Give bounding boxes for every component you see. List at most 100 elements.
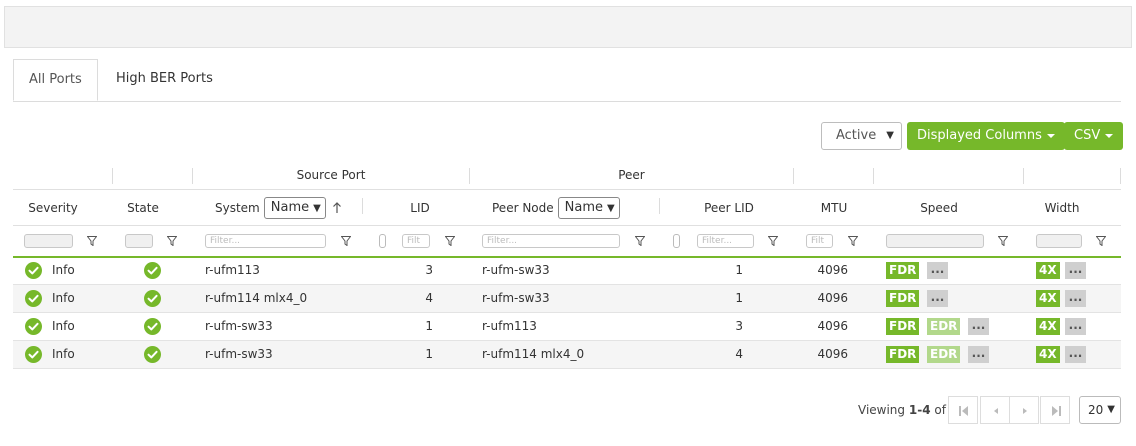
speed-badge: EDR xyxy=(927,346,961,363)
lid-filter-toggle[interactable] xyxy=(379,234,386,248)
chevron-down-icon: ▼ xyxy=(1107,404,1115,415)
system-display-select[interactable]: Name ▼ xyxy=(263,196,326,219)
tab-bar: All Ports High BER Ports xyxy=(13,59,1121,102)
caret-down-icon xyxy=(1105,133,1114,138)
width-more-button[interactable]: ... xyxy=(1065,262,1086,279)
lid-cell: 1 xyxy=(425,347,433,361)
next-page-button[interactable] xyxy=(1009,396,1039,424)
mtu-cell: 4096 xyxy=(817,291,848,305)
speed-more-button[interactable]: ... xyxy=(927,262,948,279)
csv-label: CSV xyxy=(1074,128,1101,143)
lid-filter[interactable]: Filt xyxy=(402,234,430,248)
speed-more-button[interactable]: ... xyxy=(927,290,948,307)
peer-lid-filter-toggle[interactable] xyxy=(673,234,680,248)
check-circle-icon xyxy=(25,346,42,363)
severity-cell: Info xyxy=(52,291,75,305)
width-more-button[interactable]: ... xyxy=(1065,290,1086,307)
system-cell[interactable]: r-ufm-sw33 xyxy=(205,313,273,340)
header-mtu[interactable]: MTU xyxy=(794,190,874,225)
width-badge: 4X xyxy=(1036,346,1060,363)
table-row[interactable]: Info r-ufm-sw33 1 r-ufm114 mlx4_0 4 4096 FDR ED… xyxy=(13,341,1121,369)
table-row[interactable]: Info r-ufm113 3 r-ufm-sw33 1 4096 FDR... 4X... xyxy=(13,257,1121,285)
displayed-columns-label: Displayed Columns xyxy=(917,128,1042,143)
funnel-icon[interactable] xyxy=(341,236,351,246)
peer-node-display-select[interactable]: Name ▼ xyxy=(557,196,620,219)
csv-button[interactable]: CSV xyxy=(1064,122,1124,150)
tab-all-ports[interactable]: All Ports xyxy=(13,59,98,101)
speed-more-button[interactable]: ... xyxy=(968,318,989,335)
header-state[interactable]: State xyxy=(113,190,173,225)
peer-lid-cell: 1 xyxy=(735,291,743,305)
first-page-icon xyxy=(959,406,968,416)
system-filter[interactable]: Filter... xyxy=(205,234,326,248)
check-circle-icon xyxy=(144,262,161,279)
check-circle-icon xyxy=(144,318,161,335)
speed-badge: EDR xyxy=(927,318,961,335)
mtu-filter[interactable]: Filt xyxy=(806,234,833,248)
funnel-icon[interactable] xyxy=(635,236,645,246)
group-peer: Peer xyxy=(618,167,645,182)
funnel-icon[interactable] xyxy=(998,236,1008,246)
system-cell[interactable]: r-ufm114 mlx4_0 xyxy=(205,285,307,312)
next-page-icon xyxy=(1023,408,1027,414)
speed-more-button[interactable]: ... xyxy=(968,346,989,363)
peer-node-cell[interactable]: r-ufm-sw33 xyxy=(482,257,550,284)
pager-summary: Viewing 1-4 of 4 xyxy=(858,403,957,417)
width-more-button[interactable]: ... xyxy=(1065,318,1086,335)
funnel-icon[interactable] xyxy=(167,236,177,246)
header-system[interactable]: System Name ▼ xyxy=(215,190,375,225)
prev-page-button[interactable] xyxy=(980,396,1010,424)
header-peer-lid[interactable]: Peer LID xyxy=(696,190,762,225)
tab-high-ber-ports[interactable]: High BER Ports xyxy=(101,59,228,101)
speed-badge: FDR xyxy=(886,290,920,307)
funnel-icon[interactable] xyxy=(87,236,97,246)
last-page-button[interactable] xyxy=(1040,396,1070,424)
top-bar xyxy=(4,6,1132,48)
peer-node-cell[interactable]: r-ufm-sw33 xyxy=(482,285,550,312)
system-cell[interactable]: r-ufm-sw33 xyxy=(205,341,273,368)
width-filter[interactable] xyxy=(1036,234,1082,248)
peer-node-cell[interactable]: r-ufm113 xyxy=(482,313,537,340)
check-circle-icon xyxy=(144,346,161,363)
displayed-columns-button[interactable]: Displayed Columns xyxy=(907,122,1065,150)
check-circle-icon xyxy=(25,318,42,335)
severity-filter[interactable] xyxy=(24,234,73,248)
mtu-cell: 4096 xyxy=(817,263,848,277)
width-badge: 4X xyxy=(1036,290,1060,307)
first-page-button[interactable] xyxy=(948,396,978,424)
funnel-icon[interactable] xyxy=(1096,236,1106,246)
check-circle-icon xyxy=(144,290,161,307)
header-width[interactable]: Width xyxy=(1024,190,1100,225)
speed-badge: FDR xyxy=(886,318,920,335)
peer-node-filter[interactable]: Filter... xyxy=(482,234,620,248)
column-header-row: Severity State System Name ▼ LID Peer Nod… xyxy=(13,190,1121,226)
system-cell[interactable]: r-ufm113 xyxy=(205,257,260,284)
table-row[interactable]: Info r-ufm114 mlx4_0 4 r-ufm-sw33 1 4096 FDR..… xyxy=(13,285,1121,313)
status-filter-select[interactable]: Active ▼ xyxy=(821,122,902,150)
lid-cell: 4 xyxy=(425,291,433,305)
page-size-select[interactable]: 20 ▼ xyxy=(1079,396,1121,424)
filter-row: Filter... Filt Filter... Filter... Filt xyxy=(13,226,1121,258)
header-lid[interactable]: LID xyxy=(390,190,450,225)
peer-lid-filter[interactable]: Filter... xyxy=(697,234,754,248)
width-badge: 4X xyxy=(1036,262,1060,279)
speed-filter[interactable] xyxy=(886,234,984,248)
lid-cell: 3 xyxy=(425,263,433,277)
arrow-up-icon[interactable] xyxy=(332,201,342,214)
width-badge: 4X xyxy=(1036,318,1060,335)
header-speed[interactable]: Speed xyxy=(874,190,1004,225)
funnel-icon[interactable] xyxy=(768,236,778,246)
caret-down-icon xyxy=(1046,133,1055,138)
header-peer-node[interactable]: Peer Node Name ▼ xyxy=(492,190,662,225)
speed-badge: FDR xyxy=(886,262,920,279)
peer-node-cell[interactable]: r-ufm114 mlx4_0 xyxy=(482,341,584,368)
group-source-port: Source Port xyxy=(296,167,366,182)
severity-cell: Info xyxy=(52,263,75,277)
peer-lid-cell: 4 xyxy=(735,347,743,361)
width-more-button[interactable]: ... xyxy=(1065,346,1086,363)
funnel-icon[interactable] xyxy=(848,236,858,246)
state-filter[interactable] xyxy=(125,234,153,248)
funnel-icon[interactable] xyxy=(445,236,455,246)
header-severity[interactable]: Severity xyxy=(13,190,93,225)
table-row[interactable]: Info r-ufm-sw33 1 r-ufm113 3 4096 FDR EDR... 4X.… xyxy=(13,313,1121,341)
